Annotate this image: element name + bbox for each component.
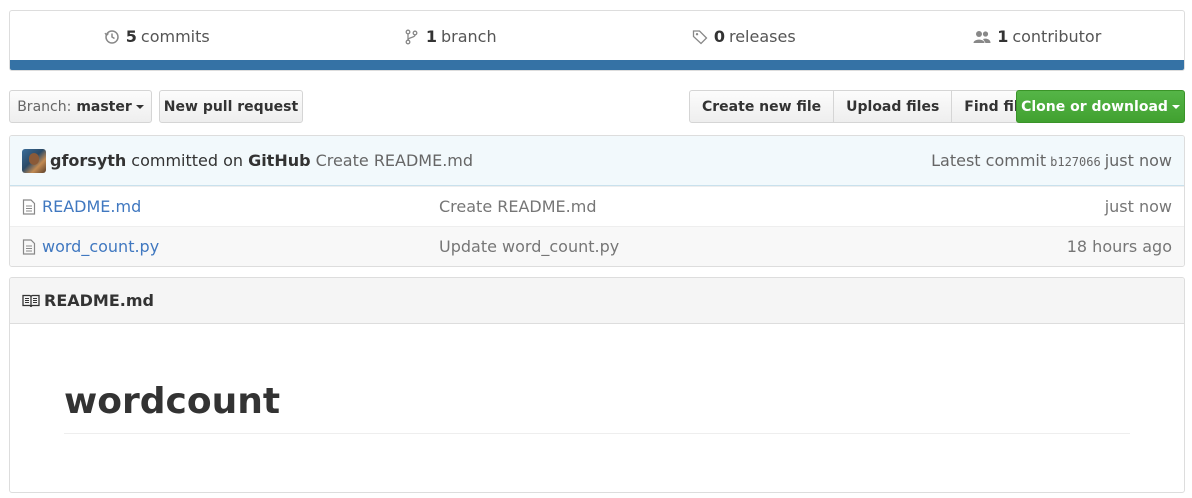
readme-heading: wordcount — [64, 380, 1130, 435]
releases-link[interactable]: 0 releases — [597, 27, 891, 46]
language-bar[interactable] — [10, 60, 1184, 70]
caret-down-icon — [1171, 104, 1180, 109]
file-actions-group: Create new file Upload files Find file — [689, 90, 1042, 123]
caret-down-icon — [135, 104, 144, 109]
contributors-count: 1 — [997, 27, 1009, 46]
latest-commit-meta: Latest commit b127066 just now — [931, 151, 1172, 170]
commit-message-link[interactable]: Create README.md — [316, 151, 473, 170]
commits-count: 5 — [125, 27, 137, 46]
avatar[interactable] — [22, 148, 46, 173]
commit-verb: committed on — [131, 151, 244, 170]
tag-icon — [692, 29, 708, 44]
commit-committer: GitHub — [248, 151, 311, 170]
latest-commit-bar: gforsyth committed on GitHub Create READ… — [10, 136, 1184, 186]
new-pull-request-button[interactable]: New pull request — [159, 90, 303, 123]
file-text-icon — [22, 198, 36, 215]
clone-or-download-button[interactable]: Clone or download — [1016, 90, 1185, 123]
file-age: 18 hours ago — [1066, 237, 1172, 256]
repo-summary: 5 commits 1 branch 0 releases 1 contribu… — [9, 10, 1185, 71]
branches-label: branch — [441, 27, 497, 46]
commits-link[interactable]: 5 commits — [10, 27, 304, 46]
book-icon — [22, 294, 40, 307]
branch-prefix: Branch: — [17, 98, 72, 115]
branch-select-button[interactable]: Branch: master — [9, 90, 152, 123]
git-branch-icon — [405, 29, 418, 44]
contributors-link[interactable]: 1 contributor — [891, 27, 1185, 46]
file-table: gforsyth committed on GitHub Create READ… — [9, 135, 1185, 267]
branches-count: 1 — [425, 27, 437, 46]
file-age: just now — [1104, 197, 1172, 216]
branches-link[interactable]: 1 branch — [304, 27, 598, 46]
file-commit-message-link[interactable]: Update word_count.py — [439, 237, 1067, 256]
commit-author-link[interactable]: gforsyth — [50, 151, 126, 170]
contributors-label: contributor — [1012, 27, 1102, 46]
readme-panel: README.md wordcount — [9, 277, 1185, 493]
commit-age: just now — [1104, 151, 1172, 170]
commit-sha-link[interactable]: b127066 — [1050, 155, 1101, 169]
commits-label: commits — [140, 27, 210, 46]
upload-files-button[interactable]: Upload files — [833, 90, 953, 123]
releases-count: 0 — [713, 27, 725, 46]
file-name-link[interactable]: README.md — [42, 197, 439, 216]
readme-header: README.md — [10, 278, 1184, 324]
branch-name: master — [76, 98, 132, 115]
clone-label: Clone or download — [1021, 98, 1168, 115]
releases-label: releases — [728, 27, 796, 46]
file-row: README.md Create README.md just now — [10, 186, 1184, 226]
file-commit-message-link[interactable]: Create README.md — [439, 197, 1105, 216]
people-icon — [973, 30, 991, 43]
create-new-file-button[interactable]: Create new file — [689, 90, 835, 123]
readme-body: wordcount — [10, 324, 1184, 435]
file-row: word_count.py Update word_count.py 18 ho… — [10, 226, 1184, 266]
repo-stats: 5 commits 1 branch 0 releases 1 contribu… — [10, 11, 1184, 62]
latest-commit-label: Latest commit — [931, 151, 1047, 170]
file-name-link[interactable]: word_count.py — [42, 237, 439, 256]
file-text-icon — [22, 238, 36, 255]
readme-filename: README.md — [44, 291, 154, 310]
history-icon — [104, 29, 119, 44]
